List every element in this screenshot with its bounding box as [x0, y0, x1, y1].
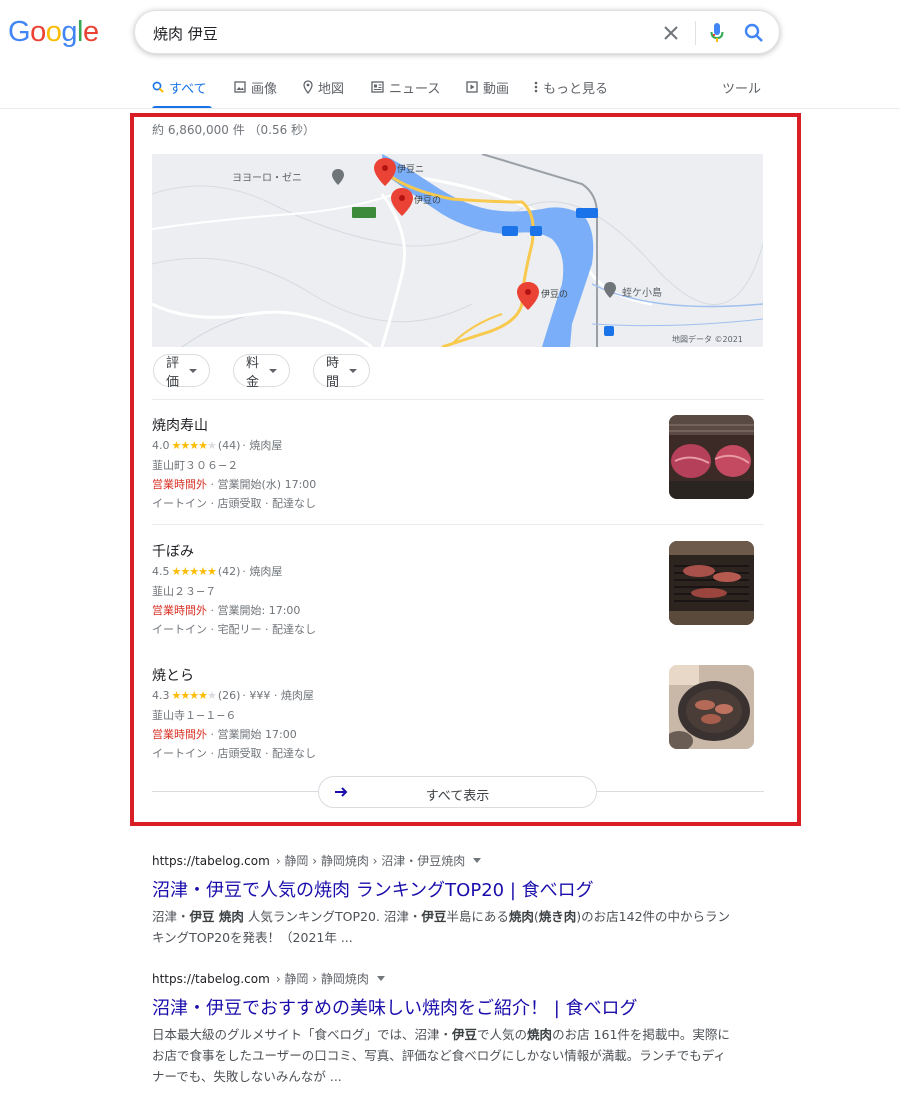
image-icon: [234, 81, 246, 93]
result-title-link[interactable]: 沼津・伊豆でおすすめの美味しい焼肉をご紹介！ | 食べログ: [152, 994, 752, 1020]
tab-label: すべて: [169, 82, 207, 97]
result-title-link[interactable]: 沼津・伊豆で人気の焼肉 ランキングTOP20 | 食べログ: [152, 876, 752, 902]
tab-news[interactable]: ニュース: [371, 78, 440, 109]
search-box[interactable]: 焼肉 伊豆: [134, 10, 780, 54]
dropdown-caret-icon[interactable]: [473, 858, 482, 863]
tools-label: ツール: [722, 82, 762, 97]
tab-label: 動画: [483, 82, 510, 97]
search-result: https://tabelog.com › 静岡 › 静岡焼肉 沼津・伊豆でおす…: [152, 970, 752, 1087]
search-divider: [695, 21, 696, 45]
more-vert-icon: [534, 81, 538, 93]
map-pin-icon: [303, 80, 313, 94]
tab-maps[interactable]: 地図: [303, 78, 344, 109]
result-breadcrumb: › 静岡 › 静岡焼肉 › 沼津・伊豆焼肉: [275, 854, 466, 868]
result-snippet: 沼津・伊豆 焼肉 人気ランキングTOP20. 沼津・伊豆半島にある焼肉(焼き肉)…: [152, 909, 731, 945]
tab-label: もっと見る: [543, 82, 609, 97]
tab-label: 地図: [318, 82, 345, 97]
tab-videos[interactable]: 動画: [466, 78, 509, 109]
google-logo[interactable]: Google: [8, 16, 99, 49]
result-domain: https://tabelog.com: [152, 853, 270, 868]
search-icon[interactable]: [741, 20, 767, 46]
news-icon: [371, 81, 384, 93]
tab-label: ニュース: [389, 82, 441, 97]
tab-all[interactable]: すべて: [152, 78, 212, 109]
tab-more[interactable]: もっと見る: [534, 78, 608, 109]
result-domain: https://tabelog.com: [152, 971, 270, 986]
search-tabs: すべて 画像 地図 ニュース 動画 もっと見る ツール: [152, 78, 764, 109]
tab-label: 画像: [251, 82, 278, 97]
result-breadcrumb: › 静岡 › 静岡焼肉: [275, 972, 369, 986]
video-icon: [466, 81, 478, 93]
microphone-icon[interactable]: [705, 20, 729, 46]
search-input[interactable]: 焼肉 伊豆: [153, 23, 218, 44]
tools-button[interactable]: ツール: [722, 78, 761, 109]
search-icon: [152, 81, 164, 93]
search-result: https://tabelog.com › 静岡 › 静岡焼肉 › 沼津・伊豆焼…: [152, 852, 752, 948]
highlight-frame: [130, 113, 801, 826]
clear-icon[interactable]: [659, 21, 683, 45]
tab-images[interactable]: 画像: [234, 78, 277, 109]
dropdown-caret-icon[interactable]: [376, 976, 385, 981]
result-url[interactable]: https://tabelog.com › 静岡 › 静岡焼肉 › 沼津・伊豆焼…: [152, 852, 752, 869]
result-url[interactable]: https://tabelog.com › 静岡 › 静岡焼肉: [152, 970, 752, 987]
result-snippet: 日本最大級のグルメサイト「食べログ」では、沼津・伊豆で人気の焼肉のお店 161件…: [152, 1027, 730, 1084]
tabs-divider: [0, 108, 900, 109]
